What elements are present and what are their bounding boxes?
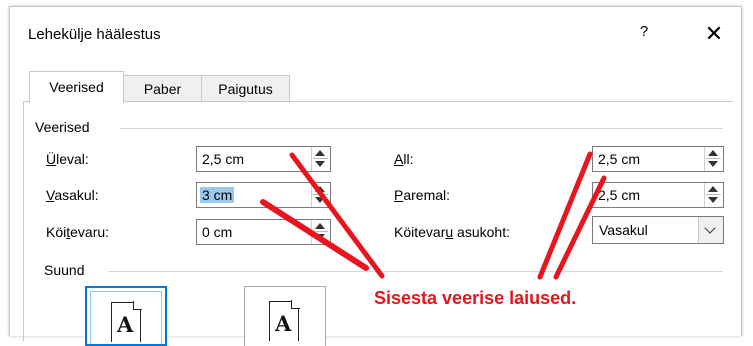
annotation-text: Sisesta veerise laiused.: [374, 288, 577, 308]
tab-margins[interactable]: Veerised: [29, 71, 124, 103]
